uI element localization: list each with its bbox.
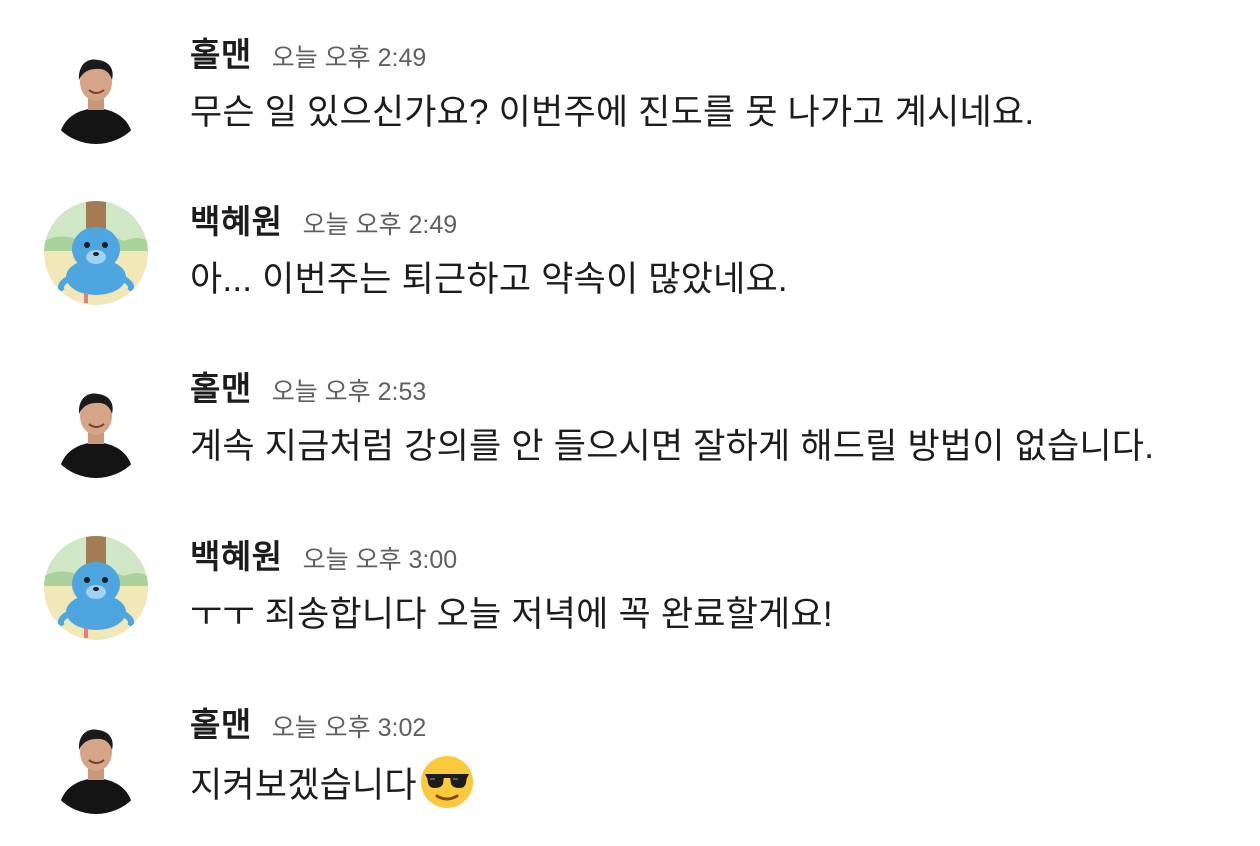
timestamp[interactable]: 오늘 오후 3:00 bbox=[303, 540, 458, 576]
timestamp[interactable]: 오늘 오후 2:49 bbox=[272, 38, 427, 74]
sender-name[interactable]: 백혜원 bbox=[190, 530, 283, 578]
message-text: 무슨 일 있으신가요? 이번주에 진도를 못 나가고 계시네요. bbox=[190, 84, 1034, 135]
sender-name[interactable]: 홀맨 bbox=[190, 698, 252, 746]
sender-name[interactable]: 홀맨 bbox=[190, 362, 252, 410]
message-text: 지켜보겠습니다 bbox=[190, 754, 475, 810]
message-text: ㅜㅜ 죄송합니다 오늘 저녁에 꼭 완료할게요! bbox=[190, 586, 833, 637]
timestamp[interactable]: 오늘 오후 3:02 bbox=[272, 708, 427, 744]
message-header: 백혜원 오늘 오후 3:00 bbox=[190, 530, 457, 580]
avatar[interactable] bbox=[44, 201, 148, 305]
avatar[interactable] bbox=[44, 40, 148, 144]
message-item: 홀맨 오늘 오후 2:53 계속 지금처럼 강의를 안 들으시면 잘하게 해드릴… bbox=[0, 362, 1260, 512]
message-item: 백혜원 오늘 오후 3:00 ㅜㅜ 죄송합니다 오늘 저녁에 꼭 완료할게요! bbox=[0, 530, 1260, 680]
sender-name[interactable]: 홀맨 bbox=[190, 28, 252, 76]
sunglasses-emoji-icon bbox=[420, 756, 473, 808]
message-header: 홀맨 오늘 오후 3:02 bbox=[190, 698, 426, 748]
avatar[interactable] bbox=[44, 536, 148, 640]
person-photo-avatar-icon bbox=[44, 710, 148, 814]
message-text: 계속 지금처럼 강의를 안 들으시면 잘하게 해드릴 방법이 없습니다. bbox=[190, 418, 1154, 469]
sender-name[interactable]: 백혜원 bbox=[190, 195, 283, 243]
person-photo-avatar-icon bbox=[44, 374, 148, 478]
message-header: 홀맨 오늘 오후 2:49 bbox=[190, 28, 426, 78]
chat-message-list: 홀맨 오늘 오후 2:49 무슨 일 있으신가요? 이번주에 진도를 못 나가고… bbox=[0, 0, 1260, 846]
message-body: ㅜㅜ 죄송합니다 오늘 저녁에 꼭 완료할게요! bbox=[190, 595, 833, 634]
blue-mascot-avatar-icon bbox=[44, 201, 148, 305]
message-body: 계속 지금처럼 강의를 안 들으시면 잘하게 해드릴 방법이 없습니다. bbox=[190, 427, 1155, 466]
message-header: 홀맨 오늘 오후 2:53 bbox=[190, 362, 426, 412]
message-header: 백혜원 오늘 오후 2:49 bbox=[190, 195, 457, 245]
timestamp[interactable]: 오늘 오후 2:53 bbox=[272, 372, 427, 408]
message-text: 아... 이번주는 퇴근하고 약속이 많았네요. bbox=[190, 251, 788, 302]
message-body: 아... 이번주는 퇴근하고 약속이 많았네요. bbox=[190, 260, 788, 299]
message-item: 홀맨 오늘 오후 3:02 지켜보겠습니다 bbox=[0, 698, 1260, 846]
message-item: 백혜원 오늘 오후 2:49 아... 이번주는 퇴근하고 약속이 많았네요. bbox=[0, 195, 1260, 345]
person-photo-avatar-icon bbox=[44, 40, 148, 144]
message-item: 홀맨 오늘 오후 2:49 무슨 일 있으신가요? 이번주에 진도를 못 나가고… bbox=[0, 28, 1260, 178]
message-body: 무슨 일 있으신가요? 이번주에 진도를 못 나가고 계시네요. bbox=[190, 93, 1035, 132]
message-body: 지켜보겠습니다 bbox=[190, 765, 417, 805]
blue-mascot-avatar-icon bbox=[44, 536, 148, 640]
avatar[interactable] bbox=[44, 710, 148, 814]
avatar[interactable] bbox=[44, 374, 148, 478]
timestamp[interactable]: 오늘 오후 2:49 bbox=[303, 205, 458, 241]
